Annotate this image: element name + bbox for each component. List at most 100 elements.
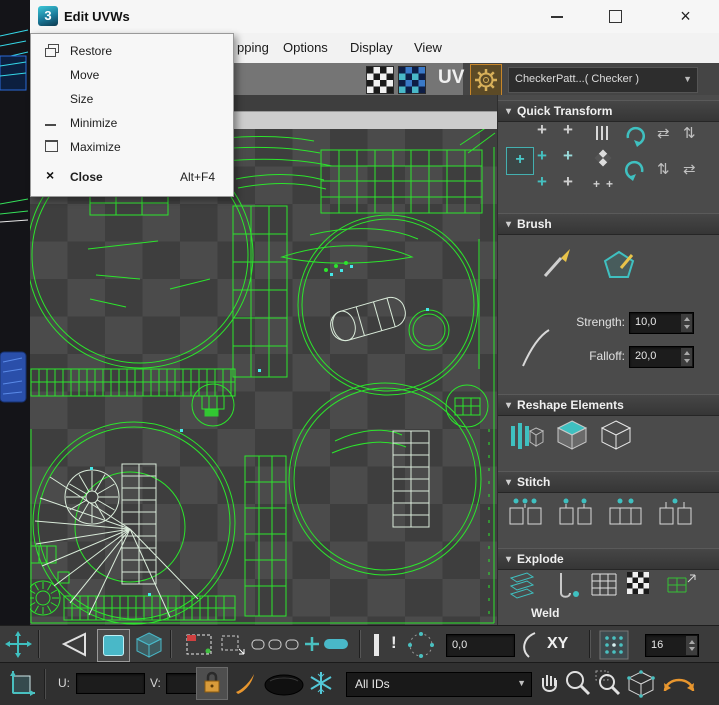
v-coordinate-field[interactable]	[166, 673, 199, 694]
relax-brush-icon[interactable]	[601, 246, 637, 282]
menu-mapping[interactable]: pping	[237, 33, 269, 63]
qt-align-icon[interactable]: +	[563, 147, 573, 164]
qt-align-vertical-icon[interactable]	[593, 124, 611, 142]
qt-align-icon[interactable]: +	[606, 176, 613, 192]
zoom-region-icon[interactable]	[594, 669, 622, 697]
texture-dropdown[interactable]: CheckerPatt...( Checker ) ▼	[508, 67, 698, 93]
move-tool-icon[interactable]	[5, 631, 32, 658]
qt-align-icon[interactable]: +	[563, 121, 573, 138]
transform-toolbar: ! 0,0 XY 16	[0, 625, 719, 663]
qt-align-icon[interactable]: +	[537, 121, 547, 138]
qt-swap-vertical-icon[interactable]: ⇅	[683, 124, 696, 142]
rollout-stitch[interactable]: ▾ Stitch	[498, 471, 719, 493]
orbit-icon[interactable]	[658, 667, 700, 701]
shrink-selection-icon[interactable]	[323, 638, 349, 650]
stitch-custom-icon[interactable]	[507, 494, 545, 528]
grid-size-spinner[interactable]: 16	[645, 634, 699, 657]
maximize-button[interactable]	[592, 0, 638, 32]
qt-swap-vertical-icon[interactable]: ⇅	[657, 160, 670, 178]
rollout-open-icon: ▾	[506, 553, 512, 565]
lock-icon	[204, 671, 220, 693]
qt-align-icon[interactable]: +	[563, 173, 573, 190]
falloff-field[interactable]: 20,0	[629, 346, 694, 368]
context-item-move[interactable]: Move	[32, 63, 230, 87]
rollout-reshape-elements[interactable]: ▾ Reshape Elements	[498, 394, 719, 416]
quad-icon	[103, 635, 124, 656]
context-item-shortcut: Alt+F4	[180, 170, 216, 184]
paint-brush-icon[interactable]	[539, 246, 575, 282]
strength-field[interactable]: 10,0	[629, 312, 694, 334]
weld-section-label: Weld	[531, 606, 560, 620]
flatten-by-group-icon[interactable]	[507, 570, 539, 600]
strength-spinner[interactable]	[681, 314, 692, 332]
freeze-icon[interactable]	[308, 670, 334, 696]
snap-grid-icon[interactable]	[599, 630, 629, 660]
rectangularize-icon[interactable]	[599, 418, 635, 452]
qt-align-icon[interactable]: +	[537, 147, 547, 164]
brush-falloff-icon[interactable]	[232, 670, 260, 698]
qt-align-icon[interactable]: +	[593, 176, 600, 192]
falloff-curve-icon[interactable]	[519, 326, 553, 370]
break-icon[interactable]	[551, 570, 583, 600]
context-item-close[interactable]: × Close Alt+F4	[32, 165, 230, 189]
close-icon: ×	[680, 6, 691, 26]
falloff-space-icon[interactable]	[264, 674, 304, 696]
falloff-spinner[interactable]	[681, 348, 692, 366]
select-element-icon[interactable]	[220, 634, 246, 655]
rollout-explode[interactable]: ▾ Explode	[498, 548, 719, 570]
transform-value-field[interactable]: 0,0	[446, 634, 515, 657]
paint-select-bar-icon[interactable]	[374, 634, 379, 656]
normal-mapping-icon[interactable]	[627, 572, 649, 594]
close-button[interactable]: ×	[652, 0, 719, 32]
background-wireframe	[0, 29, 29, 403]
menu-display[interactable]: Display	[350, 33, 393, 63]
context-item-maximize[interactable]: Maximize	[32, 135, 230, 159]
grid-size-arrows[interactable]	[686, 636, 697, 655]
pan-hand-icon[interactable]	[536, 669, 562, 697]
minimize-button[interactable]	[534, 0, 580, 32]
soft-selection-icon[interactable]	[406, 630, 436, 660]
qt-rotate-ccw-icon[interactable]	[623, 158, 647, 182]
checker-pattern-icon[interactable]	[366, 66, 394, 94]
axis-constraint-label[interactable]: XY	[547, 635, 568, 653]
rollout-open-icon: ▾	[506, 105, 512, 117]
relax-element-icon[interactable]	[555, 418, 591, 452]
custom-pattern-icon[interactable]	[398, 66, 426, 94]
qt-swap-horizontal-icon[interactable]: ⇄	[683, 160, 696, 178]
menu-view[interactable]: View	[414, 33, 442, 63]
qt-align-icon[interactable]: +	[537, 173, 547, 190]
context-item-minimize[interactable]: Minimize	[32, 111, 230, 135]
rollout-title: Quick Transform	[517, 104, 613, 118]
edge-loop-icons[interactable]	[251, 638, 299, 652]
grow-selection-icon[interactable]	[303, 635, 321, 653]
uv-canvas[interactable]	[30, 129, 497, 625]
options-gear-button[interactable]	[470, 64, 502, 96]
lock-selection-button[interactable]	[196, 667, 228, 700]
qt-swap-horizontal-icon[interactable]: ⇄	[657, 124, 670, 142]
qt-move-button[interactable]: +	[506, 147, 534, 175]
rollout-quick-transform[interactable]: ▾ Quick Transform	[498, 100, 719, 122]
unfold-mapping-icon[interactable]	[665, 570, 697, 600]
stitch-average-icon[interactable]	[557, 494, 595, 528]
rollout-brush[interactable]: ▾ Brush	[498, 213, 719, 235]
stitch-source-icon[interactable]	[607, 494, 645, 528]
context-item-size[interactable]: Size	[32, 87, 230, 111]
stitch-target-icon[interactable]	[657, 494, 695, 528]
qt-checker-diamond-icon[interactable]	[593, 148, 613, 168]
zoom-extents-icon[interactable]	[626, 669, 656, 699]
context-item-label: Size	[70, 92, 94, 106]
flatten-mapping-icon[interactable]	[589, 570, 619, 598]
u-coordinate-field[interactable]	[76, 673, 145, 694]
falloff-shape-icon[interactable]	[515, 630, 541, 660]
qt-rotate-cw-icon[interactable]	[623, 124, 647, 148]
uvw-gizmo-icon[interactable]	[4, 667, 38, 701]
straighten-selection-icon[interactable]	[509, 418, 545, 452]
zoom-icon[interactable]	[564, 669, 592, 697]
element-mode-icon[interactable]	[135, 631, 163, 659]
select-region-icon[interactable]	[184, 632, 214, 657]
id-filter-dropdown[interactable]: All IDs ▼	[346, 672, 532, 697]
menu-options[interactable]: Options	[283, 33, 328, 63]
freeform-gizmo-icon[interactable]	[60, 631, 90, 658]
active-subobject-button[interactable]	[97, 629, 130, 662]
context-item-restore[interactable]: Restore	[32, 39, 230, 63]
